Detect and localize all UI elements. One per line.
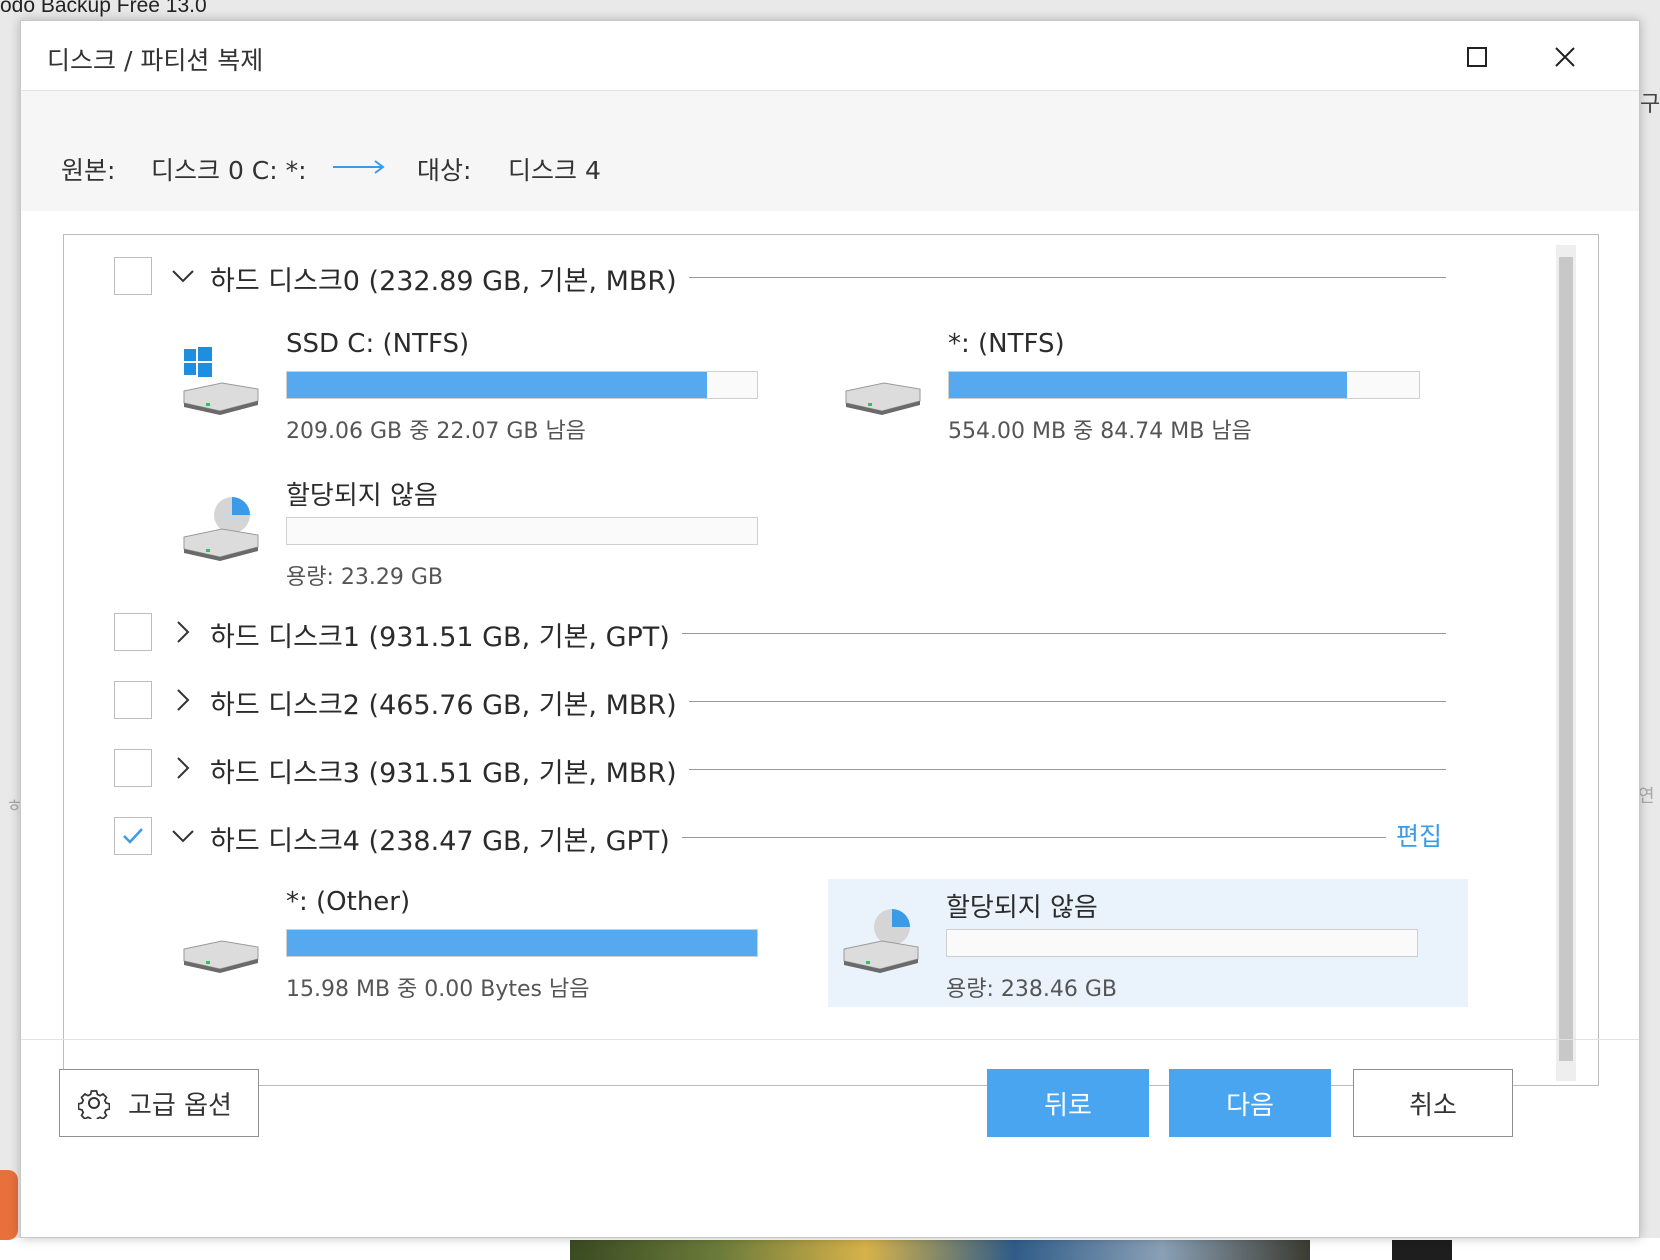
background-text-fragment: 연 (1638, 786, 1655, 807)
scrollbar-thumb[interactable] (1559, 257, 1573, 1061)
chevron-down-icon[interactable] (170, 263, 196, 289)
disk-list: 하드 디스크0 (232.89 GB, 기본, MBR) SSD C: (NTF… (63, 234, 1599, 1086)
source-label: 원본: (61, 156, 116, 185)
target-value: 디스크 4 (508, 156, 601, 185)
unallocated-drive-icon (843, 909, 919, 973)
drive-icon (183, 940, 259, 973)
usage-bar (948, 371, 1420, 399)
disk-row-1[interactable]: 하드 디스크1 (931.51 GB, 기본, GPT) (64, 611, 1504, 655)
advanced-options-label: 고급 옵션 (128, 1090, 232, 1121)
chevron-down-icon[interactable] (170, 823, 196, 849)
chevron-right-icon[interactable] (170, 687, 196, 713)
usage-bar-fill (287, 372, 708, 398)
usage-bar (286, 929, 758, 957)
background-text-fragment: 구 (1640, 92, 1660, 117)
partition-name: *: (Other) (286, 887, 411, 917)
partition-name: 할당되지 않음 (286, 481, 438, 511)
disk-checkbox[interactable] (114, 681, 152, 719)
background-app-icon (0, 1170, 18, 1240)
partition-item[interactable]: 할당되지 않음 용량: 23.29 GB (168, 467, 808, 595)
partition-info: 용량: 23.29 GB (286, 565, 444, 590)
usage-bar-fill (287, 930, 757, 956)
cancel-button[interactable]: 취소 (1353, 1069, 1513, 1137)
disk-label: 하드 디스크4 (238.47 GB, 기본, GPT) (210, 819, 682, 858)
maximize-icon (1467, 47, 1487, 67)
usage-bar (946, 929, 1418, 957)
close-icon (1555, 47, 1575, 67)
disk-checkbox[interactable] (114, 749, 152, 787)
scrollbar[interactable] (1556, 245, 1576, 1081)
partition-name: *: (NTFS) (948, 329, 1065, 359)
maximize-button[interactable] (1457, 39, 1497, 75)
chevron-right-icon[interactable] (170, 755, 196, 781)
clone-dialog: 디스크 / 파티션 복제 원본: 디스크 0 C: *: 대상: 디스크 4 하… (20, 20, 1640, 1238)
advanced-options-button[interactable]: 고급 옵션 (59, 1069, 259, 1137)
dialog-title: 디스크 / 파티션 복제 (47, 46, 264, 75)
partition-item[interactable]: SSD C: (NTFS) 209.06 GB 중 22.07 GB 남음 (168, 321, 808, 449)
disk-label: 하드 디스크2 (465.76 GB, 기본, MBR) (210, 683, 689, 722)
usage-bar-fill (949, 372, 1348, 398)
background-photo (570, 1240, 1310, 1260)
disk-checkbox[interactable] (114, 817, 152, 855)
partition-info: 554.00 MB 중 84.74 MB 남음 (948, 419, 1252, 444)
arrow-right-icon (333, 160, 385, 174)
usage-bar (286, 517, 758, 545)
source-value: 디스크 0 C: *: (151, 156, 307, 185)
disk-label: 하드 디스크0 (232.89 GB, 기본, MBR) (210, 259, 689, 298)
close-button[interactable] (1545, 39, 1585, 75)
partition-item-selected[interactable]: 할당되지 않음 용량: 238.46 GB (828, 879, 1468, 1007)
title-bar: 디스크 / 파티션 복제 (21, 21, 1639, 91)
edit-link[interactable]: 편집 (1386, 817, 1443, 853)
partition-name: SSD C: (NTFS) (286, 329, 470, 359)
drive-icon (845, 382, 921, 415)
source-target-summary: 원본: 디스크 0 C: *: 대상: 디스크 4 (21, 91, 1639, 211)
disk-row-4[interactable]: 하드 디스크4 (238.47 GB, 기본, GPT) 편집 (64, 815, 1504, 859)
checkmark-icon (123, 828, 143, 844)
disk-label: 하드 디스크1 (931.51 GB, 기본, GPT) (210, 615, 682, 654)
unallocated-drive-icon (183, 497, 259, 561)
chevron-right-icon[interactable] (170, 619, 196, 645)
partition-item[interactable]: *: (NTFS) 554.00 MB 중 84.74 MB 남음 (830, 321, 1470, 449)
disk-row-3[interactable]: 하드 디스크3 (931.51 GB, 기본, MBR) (64, 747, 1504, 791)
disk-checkbox[interactable] (114, 613, 152, 651)
disk-label: 하드 디스크3 (931.51 GB, 기본, MBR) (210, 751, 689, 790)
partition-info: 용량: 238.46 GB (946, 977, 1117, 1002)
target-label: 대상: (417, 156, 472, 185)
partition-info: 209.06 GB 중 22.07 GB 남음 (286, 419, 586, 444)
usage-bar (286, 371, 758, 399)
gear-icon (78, 1090, 110, 1119)
windows-drive-icon (183, 347, 259, 415)
next-button[interactable]: 다음 (1169, 1069, 1331, 1137)
partition-info: 15.98 MB 중 0.00 Bytes 남음 (286, 977, 590, 1002)
partition-item[interactable]: *: (Other) 15.98 MB 중 0.00 Bytes 남음 (168, 879, 808, 1007)
disk-checkbox[interactable] (114, 257, 152, 295)
footer-divider (21, 1039, 1639, 1040)
disk-row-0[interactable]: 하드 디스크0 (232.89 GB, 기본, MBR) (64, 255, 1504, 299)
back-button[interactable]: 뒤로 (987, 1069, 1149, 1137)
partition-name: 할당되지 않음 (946, 893, 1098, 923)
disk-row-2[interactable]: 하드 디스크2 (465.76 GB, 기본, MBR) (64, 679, 1504, 723)
background-app-title: odo Backup Free 13.0 (0, 0, 207, 17)
background-dark-tile (1392, 1240, 1452, 1260)
